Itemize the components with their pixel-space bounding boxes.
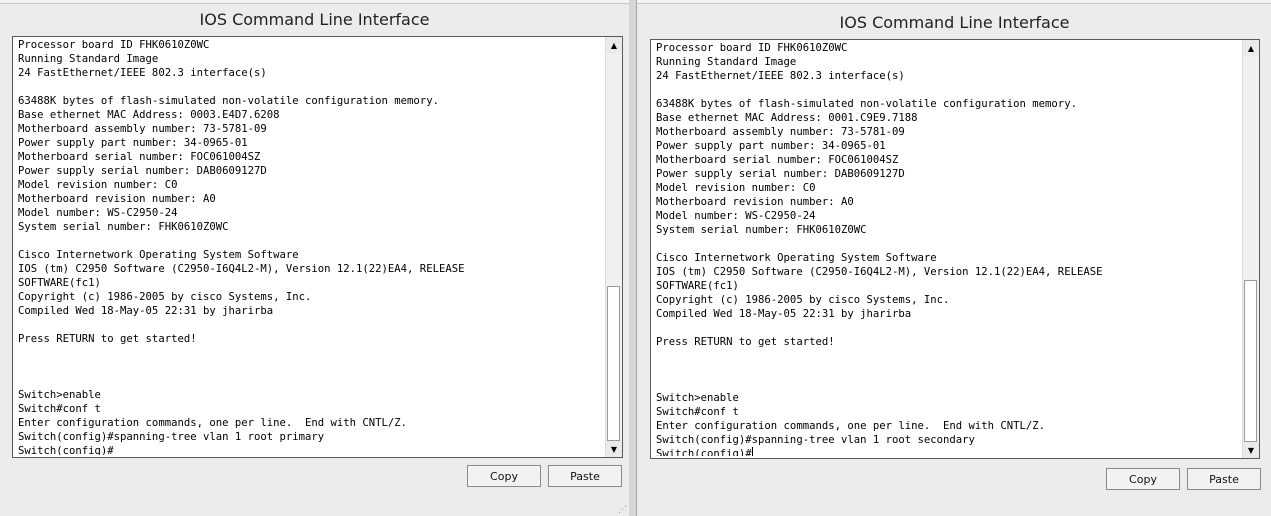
terminal-line: Switch>enable [656, 392, 739, 404]
terminal-line: Motherboard assembly number: 73-5781-09 [656, 126, 905, 138]
terminal-line: Switch(config)# [656, 448, 752, 456]
terminal-line: 63488K bytes of flash-simulated non-vola… [656, 98, 1077, 110]
terminal-line: Cisco Internetwork Operating System Soft… [656, 252, 937, 264]
vertical-scrollbar[interactable]: ▲ ▼ [605, 37, 622, 457]
terminal-line: Base ethernet MAC Address: 0003.E4D7.620… [18, 109, 280, 121]
terminal-line: Switch(config)# [18, 445, 114, 455]
terminal-line: Model revision number: C0 [656, 182, 816, 194]
terminal-line: Compiled Wed 18-May-05 22:31 by jharirba [656, 308, 912, 320]
terminal-line: Switch#conf t [18, 403, 101, 415]
scroll-down-icon[interactable]: ▼ [1243, 442, 1259, 458]
terminal-line: Running Standard Image [656, 56, 797, 68]
terminal-line: Switch(config)#spanning-tree vlan 1 root… [18, 431, 325, 443]
terminal-line: Motherboard serial number: FOC061004SZ [18, 151, 261, 163]
paste-button[interactable]: Paste [548, 465, 622, 487]
terminal-line: SOFTWARE(fc1) [656, 280, 739, 292]
terminal-line: Motherboard assembly number: 73-5781-09 [18, 123, 267, 135]
terminal-line: Compiled Wed 18-May-05 22:31 by jharirba [18, 305, 274, 317]
terminal-line: Model revision number: C0 [18, 179, 178, 191]
scroll-down-icon[interactable]: ▼ [606, 441, 622, 457]
terminal-text[interactable]: Processor board ID FHK0610Z0WC Running S… [18, 38, 600, 455]
terminal-line: Model number: WS-C2950-24 [18, 207, 178, 219]
terminal-line: Switch>enable [18, 389, 101, 401]
vertical-scrollbar[interactable]: ▲ ▼ [1242, 40, 1259, 458]
copy-button[interactable]: Copy [1106, 468, 1180, 490]
text-cursor [751, 447, 753, 456]
paste-button[interactable]: Paste [1187, 468, 1261, 490]
terminal-line: 24 FastEthernet/IEEE 802.3 interface(s) [18, 67, 267, 79]
terminal-line: Enter configuration commands, one per li… [18, 417, 408, 429]
window-top-edge [0, 0, 629, 4]
terminal-line: System serial number: FHK0610Z0WC [656, 224, 867, 236]
scrollbar-thumb[interactable] [1244, 280, 1257, 442]
terminal-line: Copyright (c) 1986-2005 by cisco Systems… [18, 291, 312, 303]
terminal-line: Model number: WS-C2950-24 [656, 210, 816, 222]
terminal-line: System serial number: FHK0610Z0WC [18, 221, 229, 233]
terminal-line: Power supply serial number: DAB0609127D [18, 165, 267, 177]
terminal-line: Processor board ID FHK0610Z0WC [656, 42, 848, 54]
terminal-line: Enter configuration commands, one per li… [656, 420, 1046, 432]
scroll-up-icon[interactable]: ▲ [606, 37, 622, 53]
terminal-line: Switch#conf t [656, 406, 739, 418]
terminal-line: SOFTWARE(fc1) [18, 277, 101, 289]
terminal-line: 24 FastEthernet/IEEE 802.3 interface(s) [656, 70, 905, 82]
window-title: IOS Command Line Interface [199, 10, 430, 29]
terminal-line: Press RETURN to get started! [18, 333, 197, 345]
window-title: IOS Command Line Interface [839, 13, 1070, 32]
copy-button[interactable]: Copy [467, 465, 541, 487]
terminal-line: Power supply serial number: DAB0609127D [656, 168, 905, 180]
terminal-line: IOS (tm) C2950 Software (C2950-I6Q4L2-M)… [656, 266, 1103, 278]
terminal-text[interactable]: Processor board ID FHK0610Z0WC Running S… [656, 41, 1237, 456]
window-divider [629, 0, 636, 516]
terminal-line: Cisco Internetwork Operating System Soft… [18, 249, 299, 261]
terminal-line: Motherboard revision number: A0 [18, 193, 216, 205]
terminal-line: Base ethernet MAC Address: 0001.C9E9.718… [656, 112, 918, 124]
terminal-output[interactable]: Processor board ID FHK0610Z0WC Running S… [12, 36, 623, 458]
terminal-line: Switch(config)#spanning-tree vlan 1 root… [656, 434, 975, 446]
terminal-line: Processor board ID FHK0610Z0WC [18, 39, 210, 51]
terminal-line: IOS (tm) C2950 Software (C2950-I6Q4L2-M)… [18, 263, 465, 275]
terminal-line: Motherboard revision number: A0 [656, 196, 854, 208]
terminal-line: Press RETURN to get started! [656, 336, 835, 348]
scroll-up-icon[interactable]: ▲ [1243, 40, 1259, 56]
scrollbar-thumb[interactable] [607, 286, 620, 441]
terminal-line: 63488K bytes of flash-simulated non-vola… [18, 95, 439, 107]
cli-window-left: IOS Command Line Interface Processor boa… [0, 0, 629, 516]
terminal-line: Copyright (c) 1986-2005 by cisco Systems… [656, 294, 950, 306]
terminal-line: Running Standard Image [18, 53, 159, 65]
terminal-output[interactable]: Processor board ID FHK0610Z0WC Running S… [650, 39, 1260, 459]
resize-grip-icon[interactable]: ⋰ [618, 505, 628, 515]
window-top-edge [637, 0, 1271, 4]
terminal-line: Power supply part number: 34-0965-01 [656, 140, 886, 152]
terminal-line: Motherboard serial number: FOC061004SZ [656, 154, 899, 166]
terminal-line: Power supply part number: 34-0965-01 [18, 137, 248, 149]
